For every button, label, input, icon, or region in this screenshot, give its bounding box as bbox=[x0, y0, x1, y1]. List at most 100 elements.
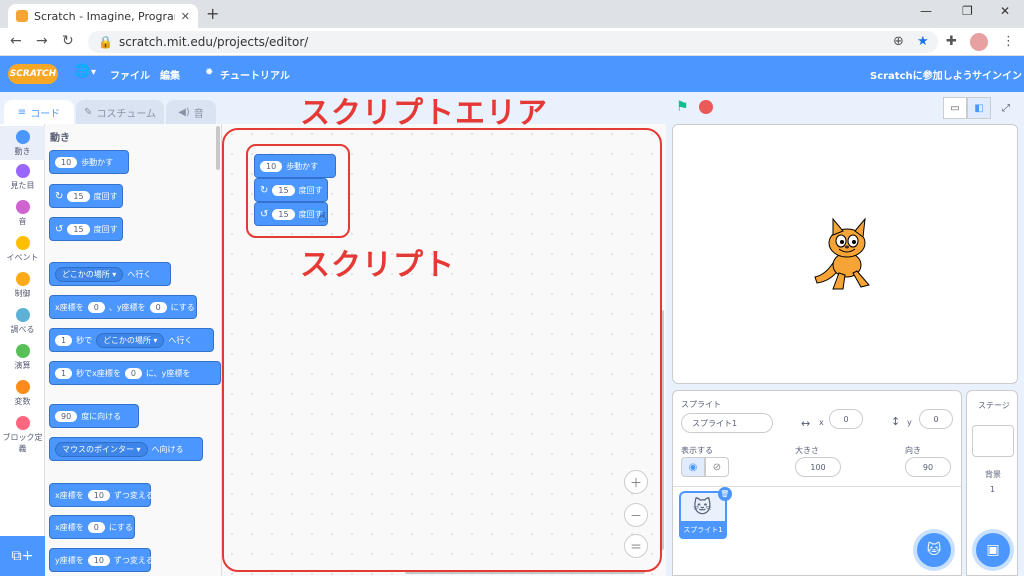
eye-slash-icon: ⊘ bbox=[712, 461, 722, 473]
sprite-y-field[interactable]: 0 bbox=[919, 409, 953, 429]
category-menu: 動き 見た目 音 イベント 制御 調べる 演算 変数 ブロック定義 bbox=[0, 124, 45, 576]
bookmark-star-icon[interactable]: ★ bbox=[917, 34, 929, 49]
block-point-towards[interactable]: マウスのポインター ▾ へ向ける bbox=[49, 437, 203, 461]
size-label: 大きさ bbox=[795, 446, 819, 455]
language-dropdown-arrow[interactable]: ▾ bbox=[91, 67, 96, 78]
category-label: 動き bbox=[14, 147, 31, 156]
stop-button[interactable] bbox=[699, 100, 713, 114]
sprite-size-field[interactable]: 100 bbox=[795, 457, 841, 477]
block-turn-left[interactable]: ↺ 15 度回す bbox=[49, 217, 123, 241]
block-change-y[interactable]: y座標を 10 ずつ変える bbox=[49, 548, 154, 572]
category-control[interactable]: 制御 bbox=[0, 272, 45, 299]
add-extension-button[interactable]: ⧉+ bbox=[0, 536, 45, 576]
block-input[interactable]: 10 bbox=[87, 489, 110, 501]
block-input[interactable]: 10 bbox=[87, 554, 110, 566]
normal-stage-button[interactable]: ◧ bbox=[967, 97, 991, 119]
profile-avatar[interactable] bbox=[970, 33, 988, 51]
url-text: scratch.mit.edu/projects/editor/ bbox=[118, 35, 309, 49]
category-motion[interactable]: 動き bbox=[0, 126, 45, 160]
block-glide-xy[interactable]: 1 秒でx座標を 0 に、y座標を bbox=[49, 361, 221, 385]
fullscreen-button[interactable]: ⤢ bbox=[994, 97, 1018, 119]
x-label: x bbox=[819, 418, 824, 427]
tab-sound[interactable]: ◀) 音 bbox=[166, 100, 216, 124]
globe-icon[interactable]: 🌐 bbox=[74, 64, 90, 79]
category-sound[interactable]: 音 bbox=[0, 200, 45, 227]
block-input[interactable]: 15 bbox=[67, 223, 90, 235]
small-stage-icon: ▭ bbox=[950, 102, 960, 114]
join-link[interactable]: Scratchに参加しよう bbox=[870, 67, 973, 82]
block-turn-right[interactable]: ↻ 15 度回す bbox=[49, 184, 123, 208]
small-stage-button[interactable]: ▭ bbox=[943, 97, 967, 119]
block-input[interactable]: 0 bbox=[87, 521, 105, 533]
green-flag-icon[interactable]: ⚑ bbox=[676, 99, 689, 115]
script-annotation-label: スクリプト bbox=[300, 248, 455, 283]
chrome-menu-icon[interactable]: ⋮ bbox=[1002, 34, 1015, 49]
block-set-x[interactable]: x座標を 0 にする bbox=[49, 515, 135, 539]
browser-tabbar: Scratch - Imagine, Program, Shar ✕ + — ❐… bbox=[0, 0, 1024, 28]
block-dropdown[interactable]: どこかの場所 ▾ bbox=[55, 266, 124, 282]
choose-sprite-button[interactable]: 🐱 bbox=[917, 533, 951, 567]
new-tab-button[interactable]: + bbox=[206, 4, 219, 23]
category-operators[interactable]: 演算 bbox=[0, 344, 45, 371]
block-input[interactable]: 10 bbox=[55, 156, 78, 168]
scratch-logo[interactable]: SCRATCH bbox=[8, 64, 58, 84]
hide-sprite-button[interactable]: ⊘ bbox=[705, 457, 729, 477]
block-move[interactable]: 10 歩動かす bbox=[49, 150, 129, 174]
minimize-button[interactable]: — bbox=[920, 4, 932, 18]
category-variables[interactable]: 変数 bbox=[0, 380, 45, 407]
choose-backdrop-button[interactable]: ▣ bbox=[976, 533, 1010, 567]
block-text: x座標を bbox=[55, 302, 84, 312]
category-label: 制御 bbox=[14, 289, 31, 298]
stage-thumbnail[interactable] bbox=[972, 425, 1014, 457]
cat-sprite[interactable] bbox=[803, 215, 883, 295]
tab-code[interactable]: ≡ コード bbox=[4, 100, 74, 124]
block-point-direction[interactable]: 90 度に向ける bbox=[49, 404, 139, 428]
extension-icon: ⧉+ bbox=[11, 548, 34, 564]
block-input[interactable]: 0 bbox=[149, 301, 167, 313]
browser-tab[interactable]: Scratch - Imagine, Program, Shar ✕ bbox=[8, 4, 198, 28]
block-input[interactable]: 90 bbox=[55, 410, 78, 422]
block-input[interactable]: 1 bbox=[55, 367, 73, 379]
delete-sprite-button[interactable]: 🗑 bbox=[718, 487, 732, 501]
reload-icon[interactable]: ↻ bbox=[62, 33, 74, 49]
block-glide[interactable]: 1 秒で どこかの場所 ▾ へ行く bbox=[49, 328, 214, 352]
category-myblocks[interactable]: ブロック定義 bbox=[0, 416, 45, 454]
block-dropdown[interactable]: マウスのポインター ▾ bbox=[55, 441, 148, 457]
tab-costume[interactable]: ✎ コスチューム bbox=[76, 100, 164, 124]
block-input[interactable]: 0 bbox=[124, 367, 142, 379]
sprite-name-field[interactable]: スプライト1 bbox=[681, 413, 773, 433]
menu-tutorial[interactable]: チュートリアル bbox=[220, 67, 290, 82]
sprite-x-field[interactable]: 0 bbox=[829, 409, 863, 429]
url-field[interactable]: 🔒 scratch.mit.edu/projects/editor/ bbox=[88, 31, 938, 53]
menu-file[interactable]: ファイル bbox=[110, 67, 150, 82]
block-input[interactable]: 1 bbox=[55, 334, 73, 346]
signin-link[interactable]: サインイン bbox=[972, 67, 1022, 82]
zoom-icon[interactable]: ⊕ bbox=[893, 34, 904, 49]
block-change-x[interactable]: x座標を 10 ずつ変える bbox=[49, 483, 154, 507]
show-sprite-button[interactable]: ◉ bbox=[681, 457, 705, 477]
block-goto[interactable]: どこかの場所 ▾ へ行く bbox=[49, 262, 171, 286]
sprite-info: スプライト スプライト1 ↔ x 0 ↕ y 0 表示する ◉ ⊘ 大きさ 10… bbox=[673, 391, 961, 487]
tab-close-icon[interactable]: ✕ bbox=[181, 10, 190, 23]
restore-button[interactable]: ❐ bbox=[962, 4, 973, 18]
category-events[interactable]: イベント bbox=[0, 236, 45, 263]
block-dropdown[interactable]: どこかの場所 ▾ bbox=[96, 332, 165, 348]
category-label: 見た目 bbox=[10, 181, 35, 190]
menu-edit[interactable]: 編集 bbox=[160, 67, 180, 82]
window-close-button[interactable]: ✕ bbox=[1000, 4, 1010, 18]
block-text: x座標を bbox=[55, 522, 84, 532]
category-dot-icon bbox=[15, 130, 30, 144]
block-goto-xy[interactable]: x座標を 0 、y座標を 0 にする bbox=[49, 295, 197, 319]
block-input[interactable]: 0 bbox=[87, 301, 105, 313]
category-looks[interactable]: 見た目 bbox=[0, 164, 45, 191]
block-text: へ行く bbox=[168, 335, 193, 345]
extensions-icon[interactable]: ✚ bbox=[946, 34, 957, 49]
category-dot-icon bbox=[15, 344, 30, 358]
sprite-direction-field[interactable]: 90 bbox=[905, 457, 951, 477]
back-arrow-icon[interactable]: ← bbox=[10, 33, 22, 49]
category-sensing[interactable]: 調べる bbox=[0, 308, 45, 335]
stage-canvas[interactable] bbox=[672, 124, 1018, 384]
forward-arrow-icon[interactable]: → bbox=[36, 33, 48, 49]
block-input[interactable]: 15 bbox=[67, 190, 90, 202]
palette-scrollbar[interactable] bbox=[216, 126, 220, 170]
